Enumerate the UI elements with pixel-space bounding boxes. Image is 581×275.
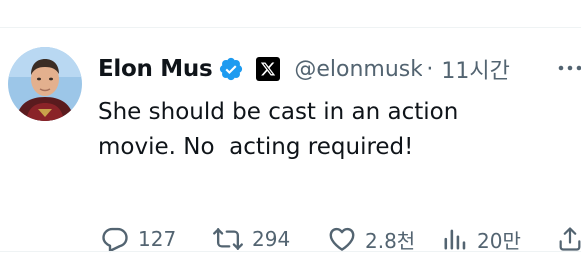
more-options-icon[interactable]: [556, 58, 581, 78]
separator-dot: ·: [426, 56, 434, 82]
share-icon: [556, 224, 581, 254]
tweet-text: She should be cast in an action movie. N…: [98, 99, 459, 160]
view-count: 20만: [477, 228, 521, 253]
verified-badge-icon[interactable]: [218, 56, 244, 82]
tweet-timestamp[interactable]: 11시간: [441, 53, 509, 85]
bottom-divider: [0, 251, 581, 252]
tweet-screen: Elon Mus @elonmusk · 11시간 She should be …: [0, 0, 581, 275]
retweet-icon: [212, 224, 244, 254]
x-logo-icon[interactable]: [256, 57, 281, 81]
heart-icon: [327, 224, 357, 254]
author-handle[interactable]: @elonmusk: [294, 57, 422, 82]
retweet-count: 294: [252, 227, 291, 251]
views-chart-icon: [441, 224, 469, 254]
avatar-image: [8, 47, 82, 121]
top-divider: [0, 27, 581, 28]
tweet-header: Elon Mus @elonmusk · 11시간: [98, 52, 510, 86]
avatar[interactable]: [8, 47, 82, 121]
reply-count: 127: [138, 227, 177, 251]
reply-icon: [100, 224, 130, 254]
like-count: 2.8천: [365, 228, 416, 253]
author-display-name[interactable]: Elon Mus: [98, 56, 213, 82]
